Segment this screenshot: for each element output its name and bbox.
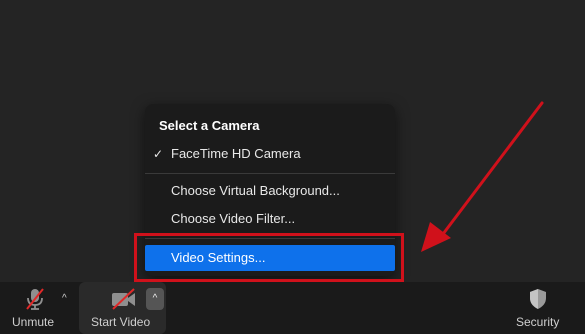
meeting-window: Select a Camera ✓ FaceTime HD Camera Cho… bbox=[0, 0, 585, 334]
start-video-label: Start Video bbox=[91, 315, 151, 329]
meeting-toolbar: Unmute ^ Start Video ^ Security bbox=[0, 282, 585, 334]
audio-options-caret-icon[interactable]: ^ bbox=[62, 294, 67, 304]
shield-icon bbox=[528, 288, 548, 310]
unmute-button[interactable]: Unmute bbox=[4, 282, 64, 334]
unmute-label: Unmute bbox=[12, 315, 55, 329]
video-camera-off-icon bbox=[110, 287, 138, 311]
menu-item-label: Video Settings... bbox=[171, 250, 266, 265]
security-label: Security bbox=[516, 315, 560, 329]
video-options-caret-icon[interactable]: ^ bbox=[146, 288, 164, 310]
security-button[interactable]: Security bbox=[510, 282, 570, 334]
start-video-button[interactable]: Start Video bbox=[83, 282, 150, 334]
microphone-muted-icon bbox=[24, 287, 46, 311]
